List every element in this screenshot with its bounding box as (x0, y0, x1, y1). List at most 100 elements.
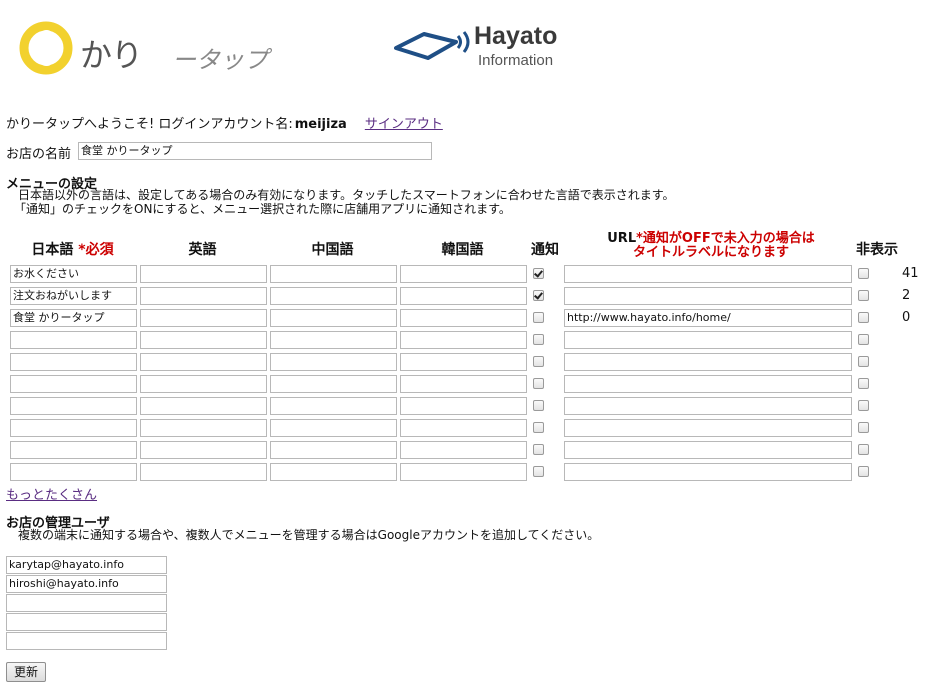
menu-ja-input[interactable] (10, 419, 137, 437)
menu-ja-input[interactable]: お水ください (10, 265, 137, 283)
hide-checkbox[interactable] (858, 444, 869, 455)
menu-en-input[interactable] (140, 353, 267, 371)
header-japanese-label: 日本語 (31, 242, 74, 258)
menu-url-input[interactable] (564, 397, 852, 415)
notify-checkbox[interactable] (533, 422, 544, 433)
more-rows-link[interactable]: もっとたくさん (6, 484, 97, 503)
menu-ja-input[interactable] (10, 331, 137, 349)
hayato-brand-text: Hayato (474, 22, 558, 50)
menu-en-input[interactable] (140, 463, 267, 481)
hide-checkbox[interactable] (858, 312, 869, 323)
menu-ja-input[interactable] (10, 397, 137, 415)
notify-checkbox[interactable] (533, 334, 544, 345)
notify-checkbox[interactable] (533, 400, 544, 411)
menu-zh-input[interactable] (270, 353, 397, 371)
notify-checkbox[interactable] (533, 444, 544, 455)
menu-zh-input[interactable] (270, 331, 397, 349)
menu-settings-desc-2: 「通知」のチェックをONにすると、メニュー選択された際に店舗用アプリに通知されま… (14, 202, 511, 216)
header-required-mark: *必須 (78, 242, 114, 258)
shop-name-label: お店の名前 (6, 147, 72, 162)
menu-count: 41 (902, 266, 919, 281)
signout-link[interactable]: サインアウト (365, 117, 443, 132)
admin-user-input[interactable]: hiroshi@hayato.info (6, 575, 167, 593)
hide-checkbox[interactable] (858, 268, 869, 279)
menu-zh-input[interactable] (270, 441, 397, 459)
header-chinese: 中国語 (311, 242, 354, 258)
menu-url-input[interactable] (564, 353, 852, 371)
menu-zh-input[interactable] (270, 309, 397, 327)
hide-checkbox[interactable] (858, 466, 869, 477)
menu-url-input[interactable]: http://www.hayato.info/home/ (564, 309, 852, 327)
menu-ja-input[interactable] (10, 375, 137, 393)
menu-ko-input[interactable] (400, 265, 527, 283)
menu-ko-input[interactable] (400, 309, 527, 327)
menu-url-input[interactable] (564, 287, 852, 305)
menu-en-input[interactable] (140, 375, 267, 393)
admin-user-input[interactable]: karytap@hayato.info (6, 556, 167, 574)
menu-en-input[interactable] (140, 265, 267, 283)
menu-ja-input[interactable] (10, 441, 137, 459)
hayato-logo: Hayato Information (394, 22, 584, 72)
logo-kari-text: かり (80, 36, 143, 74)
menu-ko-input[interactable] (400, 375, 527, 393)
menu-count: 0 (902, 310, 911, 325)
menu-ko-input[interactable] (400, 419, 527, 437)
menu-count: 2 (902, 288, 911, 303)
nfc-card-icon (394, 31, 470, 60)
menu-url-input[interactable] (564, 265, 852, 283)
menu-en-input[interactable] (140, 441, 267, 459)
header-url-label: URL (607, 231, 637, 246)
hide-checkbox[interactable] (858, 422, 869, 433)
karitap-logo: かり ータップ (18, 16, 280, 76)
menu-zh-input[interactable] (270, 397, 397, 415)
menu-url-input[interactable] (564, 463, 852, 481)
menu-url-input[interactable] (564, 419, 852, 437)
hide-checkbox[interactable] (858, 356, 869, 367)
notify-checkbox[interactable] (533, 312, 544, 323)
menu-en-input[interactable] (140, 397, 267, 415)
hide-checkbox[interactable] (858, 290, 869, 301)
notify-checkbox[interactable] (533, 356, 544, 367)
menu-zh-input[interactable] (270, 419, 397, 437)
menu-ja-input[interactable]: 食堂 かりータップ (10, 309, 137, 327)
admin-user-input[interactable] (6, 594, 167, 612)
welcome-line: かりータップへようこそ! ログインアカウント名: meijiza サインアウト (6, 113, 443, 132)
menu-zh-input[interactable] (270, 375, 397, 393)
menu-url-input[interactable] (564, 441, 852, 459)
notify-checkbox[interactable] (533, 290, 544, 301)
menu-ko-input[interactable] (400, 353, 527, 371)
update-button[interactable]: 更新 (6, 662, 46, 682)
hide-checkbox[interactable] (858, 400, 869, 411)
notify-checkbox[interactable] (533, 378, 544, 389)
notify-checkbox[interactable] (533, 466, 544, 477)
menu-ko-input[interactable] (400, 397, 527, 415)
karitap-logo-icon (19, 21, 73, 75)
hayato-sub-text: Information (478, 52, 554, 69)
shop-name-input[interactable]: 食堂 かりータップ (78, 142, 432, 160)
menu-ko-input[interactable] (400, 463, 527, 481)
menu-en-input[interactable] (140, 419, 267, 437)
menu-zh-input[interactable] (270, 287, 397, 305)
menu-zh-input[interactable] (270, 463, 397, 481)
menu-ja-input[interactable] (10, 353, 137, 371)
menu-ja-input[interactable] (10, 463, 137, 481)
menu-zh-input[interactable] (270, 265, 397, 283)
header-url-note-1: *通知がOFFで未入力の場合は (636, 231, 815, 246)
welcome-text: かりータップへようこそ! ログインアカウント名: (6, 117, 293, 132)
menu-ja-input[interactable]: 注文おねがいします (10, 287, 137, 305)
menu-ko-input[interactable] (400, 287, 527, 305)
hide-checkbox[interactable] (858, 378, 869, 389)
hide-checkbox[interactable] (858, 334, 869, 345)
menu-en-input[interactable] (140, 287, 267, 305)
admin-users-desc: 複数の端末に通知する場合や、複数人でメニューを管理する場合はGoogleアカウン… (18, 528, 600, 542)
menu-ko-input[interactable] (400, 441, 527, 459)
menu-en-input[interactable] (140, 309, 267, 327)
menu-url-input[interactable] (564, 331, 852, 349)
menu-ko-input[interactable] (400, 331, 527, 349)
admin-user-input[interactable] (6, 632, 167, 650)
menu-settings-desc-1: 日本語以外の言語は、設定してある場合のみ有効になります。タッチしたスマートフォン… (18, 188, 675, 202)
admin-user-input[interactable] (6, 613, 167, 631)
menu-url-input[interactable] (564, 375, 852, 393)
menu-en-input[interactable] (140, 331, 267, 349)
notify-checkbox[interactable] (533, 268, 544, 279)
